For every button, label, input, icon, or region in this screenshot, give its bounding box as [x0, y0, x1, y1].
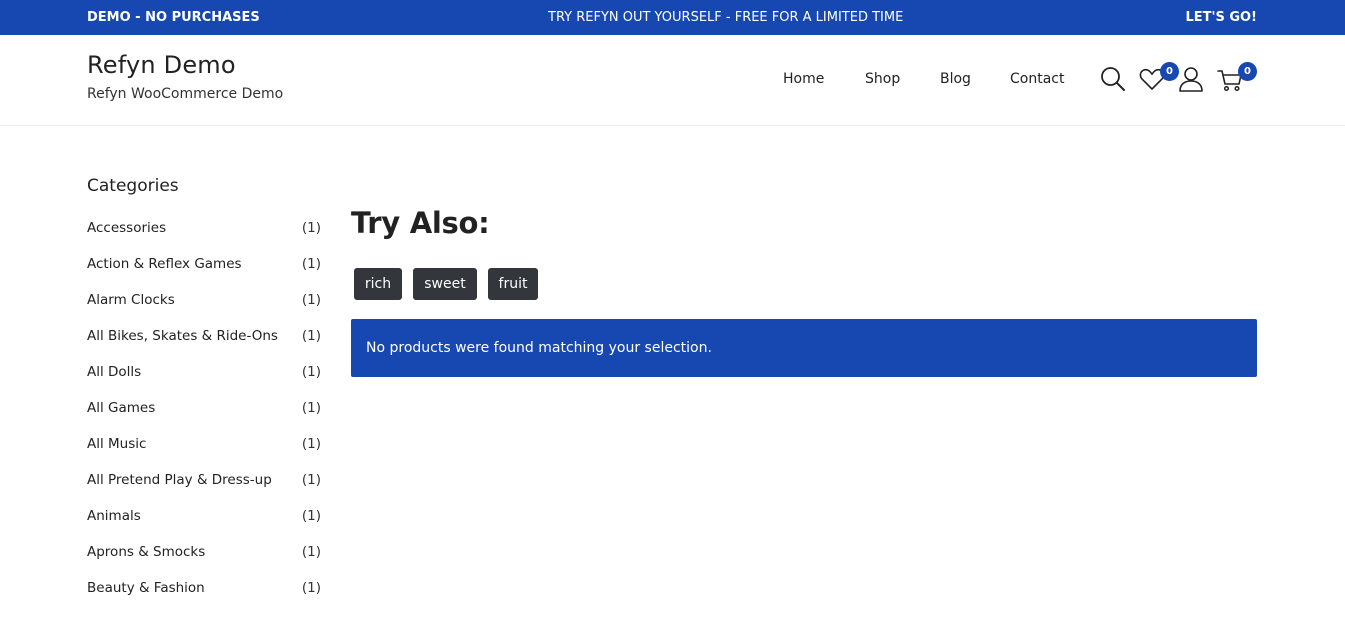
categories-heading: Categories: [87, 176, 179, 196]
lets-go-link[interactable]: LET'S GO!: [1185, 10, 1257, 25]
category-item: All Bikes, Skates & Ride-Ons (1): [87, 328, 323, 364]
nav-shop[interactable]: Shop: [865, 71, 900, 87]
category-count: (1): [301, 508, 321, 524]
nav-home[interactable]: Home: [783, 71, 824, 87]
suggested-tags: rich sweet fruit: [354, 268, 654, 300]
category-item: Alarm Clocks (1): [87, 292, 323, 328]
category-link[interactable]: Accessories: [87, 220, 166, 236]
category-count: (1): [301, 472, 321, 488]
try-also-heading: Try Also:: [351, 206, 490, 240]
wishlist-button[interactable]: 0: [1138, 62, 1179, 95]
category-count: (1): [301, 544, 321, 560]
category-count: (1): [301, 292, 321, 308]
category-item: All Pretend Play & Dress-up (1): [87, 472, 323, 508]
site-title[interactable]: Refyn Demo: [87, 51, 236, 79]
category-item: Aprons & Smocks (1): [87, 544, 323, 580]
category-list: Accessories (1) Action & Reflex Games (1) …: [87, 220, 323, 616]
category-count: (1): [301, 400, 321, 416]
category-item: Beauty & Fashion (1): [87, 580, 323, 616]
category-item: All Dolls (1): [87, 364, 323, 400]
categories-sidebar: Categories Accessories (1) Action & Refle…: [87, 176, 323, 616]
main-content: Try Also: rich sweet fruit No products w…: [351, 206, 1257, 377]
category-count: (1): [301, 256, 321, 272]
category-link[interactable]: All Bikes, Skates & Ride-Ons: [87, 328, 278, 344]
tag-sweet[interactable]: sweet: [413, 268, 477, 300]
site-tagline: Refyn WooCommerce Demo: [87, 86, 284, 102]
tag-rich[interactable]: rich: [354, 268, 402, 300]
category-link[interactable]: Action & Reflex Games: [87, 256, 242, 272]
category-link[interactable]: All Dolls: [87, 364, 141, 380]
demo-notice: DEMO - NO PURCHASES: [87, 10, 260, 25]
cart-button[interactable]: 0: [1216, 62, 1257, 95]
tag-fruit[interactable]: fruit: [488, 268, 538, 300]
announcement-bar: DEMO - NO PURCHASES TRY REFYN OUT YOURSE…: [0, 0, 1345, 35]
category-link[interactable]: All Games: [87, 400, 155, 416]
category-item: Animals (1): [87, 508, 323, 544]
search-icon[interactable]: [1099, 65, 1129, 95]
category-count: (1): [301, 220, 321, 236]
category-count: (1): [301, 436, 321, 452]
category-link[interactable]: All Pretend Play & Dress-up: [87, 472, 272, 488]
user-icon: [1179, 67, 1203, 92]
category-link[interactable]: Beauty & Fashion: [87, 580, 205, 596]
no-products-notice: No products were found matching your sel…: [351, 319, 1257, 377]
category-item: Accessories (1): [87, 220, 323, 256]
category-link[interactable]: Aprons & Smocks: [87, 544, 205, 560]
nav-contact[interactable]: Contact: [1010, 71, 1064, 87]
category-count: (1): [301, 364, 321, 380]
category-count: (1): [301, 580, 321, 596]
category-count: (1): [301, 328, 321, 344]
promo-text: TRY REFYN OUT YOURSELF - FREE FOR A LIMI…: [548, 10, 904, 25]
category-link[interactable]: Alarm Clocks: [87, 292, 175, 308]
category-item: All Games (1): [87, 400, 323, 436]
cart-count-badge: 0: [1238, 62, 1257, 81]
nav-blog[interactable]: Blog: [940, 71, 971, 87]
category-link[interactable]: All Music: [87, 436, 146, 452]
account-button[interactable]: [1177, 65, 1207, 95]
site-header: Refyn Demo Refyn WooCommerce Demo Home S…: [0, 35, 1345, 126]
category-link[interactable]: Animals: [87, 508, 141, 524]
category-item: All Music (1): [87, 436, 323, 472]
category-item: Action & Reflex Games (1): [87, 256, 323, 292]
